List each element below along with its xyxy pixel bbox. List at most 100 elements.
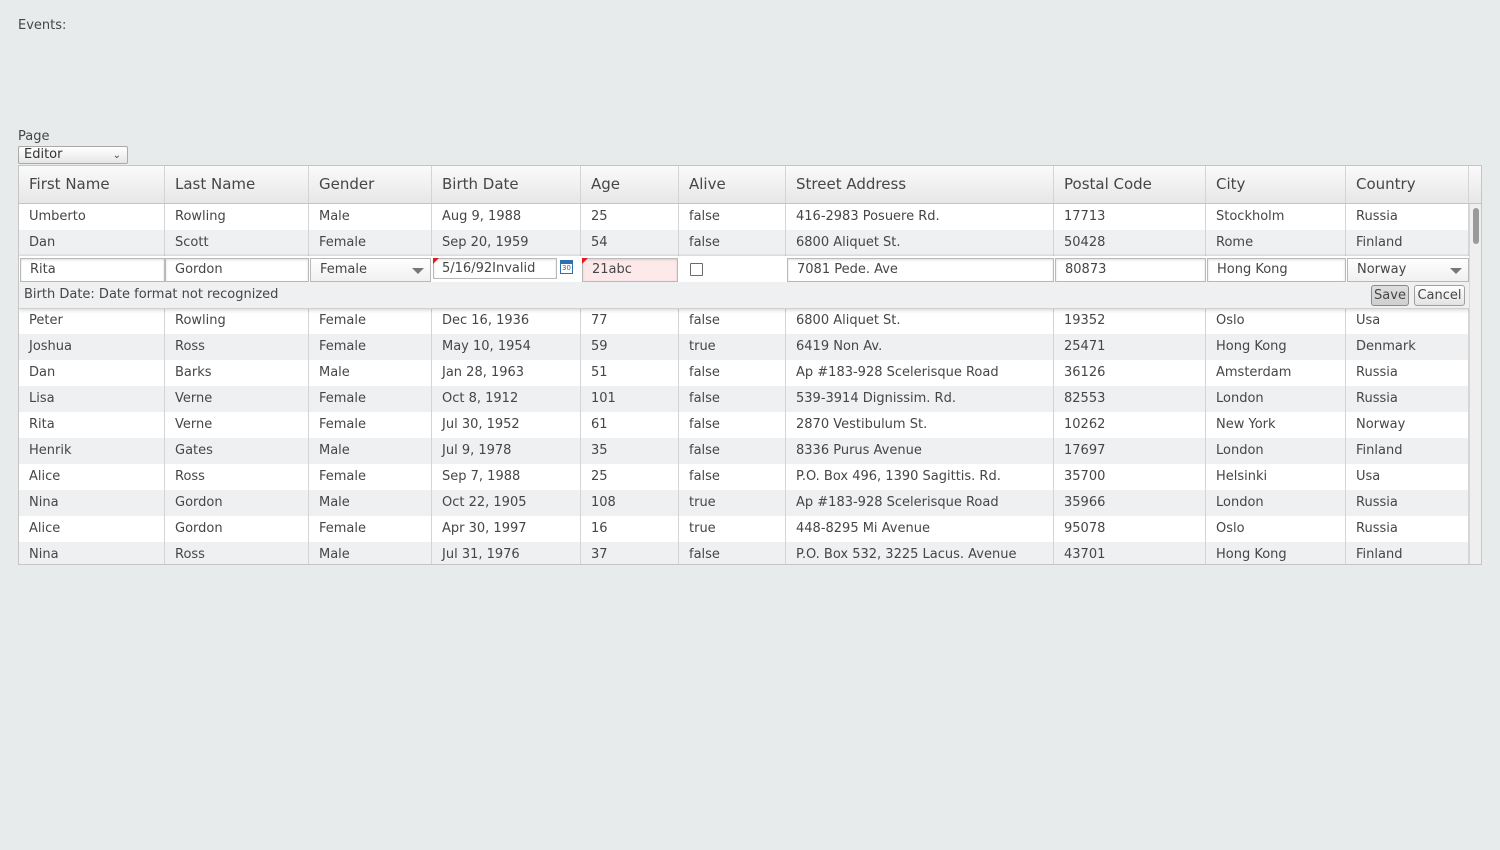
table-row[interactable]: Peter Rowling Female Dec 16, 1936 77 false 680…	[19, 308, 1469, 334]
cell-birth-date: Jul 9, 1978	[432, 438, 581, 464]
street-address-field[interactable]: 7081 Pede. Ave	[787, 258, 1054, 282]
cell-first-name: Dan	[19, 230, 165, 256]
age-field[interactable]: 21abc	[582, 258, 678, 282]
cell-city: London	[1206, 438, 1346, 464]
table-row[interactable]: Umberto Rowling Male Aug 9, 1988 25 false 416-…	[19, 204, 1469, 230]
cell-last-name: Barks	[165, 360, 309, 386]
page-select[interactable]: Editor ⌄	[18, 146, 128, 164]
cell-birth-date: Jul 31, 1976	[432, 542, 581, 564]
cell-age: 25	[581, 204, 679, 230]
table-row[interactable]: Alice Gordon Female Apr 30, 1997 16 true 448-8…	[19, 516, 1469, 542]
table-row[interactable]: Lisa Verne Female Oct 8, 1912 101 false 539-39…	[19, 386, 1469, 412]
birth-date-error-marker	[433, 258, 439, 264]
table-row[interactable]: Dan Barks Male Jan 28, 1963 51 false Ap #183-9…	[19, 360, 1469, 386]
cell-age: 77	[581, 308, 679, 334]
save-button[interactable]: Save	[1371, 285, 1409, 306]
cell-country: Russia	[1346, 386, 1469, 412]
birth-date-field[interactable]: 5/16/92Invalid	[433, 258, 557, 279]
column-header-street-address[interactable]: Street Address	[786, 166, 1054, 203]
cell-age: 59	[581, 334, 679, 360]
cell-birth-date: May 10, 1954	[432, 334, 581, 360]
column-header-last-name[interactable]: Last Name	[165, 166, 309, 203]
cancel-button[interactable]: Cancel	[1414, 285, 1465, 306]
column-header-birth-date[interactable]: Birth Date	[432, 166, 581, 203]
cell-birth-date: Jul 30, 1952	[432, 412, 581, 438]
cell-alive: false	[679, 412, 786, 438]
column-header-first-name[interactable]: First Name	[19, 166, 165, 203]
cell-country: Usa	[1346, 308, 1469, 334]
dropdown-arrow-icon[interactable]	[412, 268, 424, 274]
cell-first-name: Rita	[19, 412, 165, 438]
gender-value: Female	[320, 262, 368, 277]
cell-age: 54	[581, 230, 679, 256]
column-header-age[interactable]: Age	[581, 166, 679, 203]
table-row[interactable]: Nina Gordon Male Oct 22, 1905 108 true Ap #183…	[19, 490, 1469, 516]
cell-gender: Female	[309, 308, 432, 334]
cell-postal-code: 25471	[1054, 334, 1206, 360]
column-header-city[interactable]: City	[1206, 166, 1346, 203]
cell-country: Finland	[1346, 438, 1469, 464]
column-header-country[interactable]: Country	[1346, 166, 1469, 203]
table-row[interactable]: Nina Ross Male Jul 31, 1976 37 false P.O. Box …	[19, 542, 1469, 564]
cell-city: New York	[1206, 412, 1346, 438]
cell-gender: Male	[309, 204, 432, 230]
cell-street-address: 8336 Purus Avenue	[786, 438, 1054, 464]
cell-first-name: Lisa	[19, 386, 165, 412]
table-row[interactable]: Alice Ross Female Sep 7, 1988 25 false P.O. Bo…	[19, 464, 1469, 490]
cell-postal-code: 43701	[1054, 542, 1206, 564]
cell-last-name: Gordon	[165, 490, 309, 516]
country-combobox[interactable]: Norway	[1347, 258, 1469, 282]
cell-city: London	[1206, 490, 1346, 516]
cell-birth-date: Dec 16, 1936	[432, 308, 581, 334]
cell-gender: Female	[309, 516, 432, 542]
cell-postal-code: 50428	[1054, 230, 1206, 256]
last-name-field[interactable]: Gordon	[165, 258, 309, 282]
grid-header: First Name Last Name Gender Birth Date Age Al…	[19, 166, 1481, 204]
cell-first-name: Peter	[19, 308, 165, 334]
cell-alive: false	[679, 438, 786, 464]
column-header-gender[interactable]: Gender	[309, 166, 432, 203]
cell-birth-date: Aug 9, 1988	[432, 204, 581, 230]
column-header-alive[interactable]: Alive	[679, 166, 786, 203]
cell-birth-date: Oct 8, 1912	[432, 386, 581, 412]
alive-checkbox[interactable]	[690, 263, 703, 276]
vertical-scrollbar[interactable]	[1469, 204, 1481, 564]
cell-street-address: 448-8295 Mi Avenue	[786, 516, 1054, 542]
cell-country: Russia	[1346, 490, 1469, 516]
cell-street-address: Ap #183-928 Scelerisque Road	[786, 360, 1054, 386]
table-row[interactable]: Dan Scott Female Sep 20, 1959 54 false 6800 Al…	[19, 230, 1469, 256]
calendar-icon[interactable]: 30	[560, 260, 573, 274]
table-row[interactable]: Henrik Gates Male Jul 9, 1978 35 false 8336 Pu…	[19, 438, 1469, 464]
age-error-marker	[582, 258, 588, 264]
first-name-field[interactable]: Rita	[20, 258, 165, 282]
table-row[interactable]: Rita Verne Female Jul 30, 1952 61 false 2870 V…	[19, 412, 1469, 438]
chevron-down-icon: ⌄	[112, 150, 121, 161]
cell-gender: Female	[309, 386, 432, 412]
cell-street-address: 6800 Aliquet St.	[786, 230, 1054, 256]
cell-alive: false	[679, 360, 786, 386]
editor-footer: Birth Date: Date format not recognized S…	[19, 282, 1469, 309]
dropdown-arrow-icon[interactable]	[1450, 268, 1462, 274]
postal-code-field[interactable]: 80873	[1055, 258, 1206, 282]
gender-combobox[interactable]: Female	[310, 258, 431, 282]
cell-postal-code: 36126	[1054, 360, 1206, 386]
table-row[interactable]: Joshua Ross Female May 10, 1954 59 true 6419 N…	[19, 334, 1469, 360]
header-filler	[1469, 166, 1481, 203]
cell-city: Stockholm	[1206, 204, 1346, 230]
cell-country: Russia	[1346, 516, 1469, 542]
grid-body: Nina Ross Male Jul 31, 1976 37 false P.O. Box …	[19, 204, 1469, 564]
cell-last-name: Scott	[165, 230, 309, 256]
cell-first-name: Nina	[19, 542, 165, 564]
cell-age: 16	[581, 516, 679, 542]
cell-gender: Male	[309, 360, 432, 386]
data-grid: First Name Last Name Gender Birth Date Age Al…	[18, 165, 1482, 565]
cell-first-name: Umberto	[19, 204, 165, 230]
column-header-postal-code[interactable]: Postal Code	[1054, 166, 1206, 203]
cell-street-address: 416-2983 Posuere Rd.	[786, 204, 1054, 230]
cell-first-name: Alice	[19, 464, 165, 490]
scrollbar-thumb[interactable]	[1473, 208, 1479, 244]
cell-last-name: Ross	[165, 334, 309, 360]
cell-country: Finland	[1346, 230, 1469, 256]
city-field[interactable]: Hong Kong	[1207, 258, 1346, 282]
cell-gender: Female	[309, 230, 432, 256]
